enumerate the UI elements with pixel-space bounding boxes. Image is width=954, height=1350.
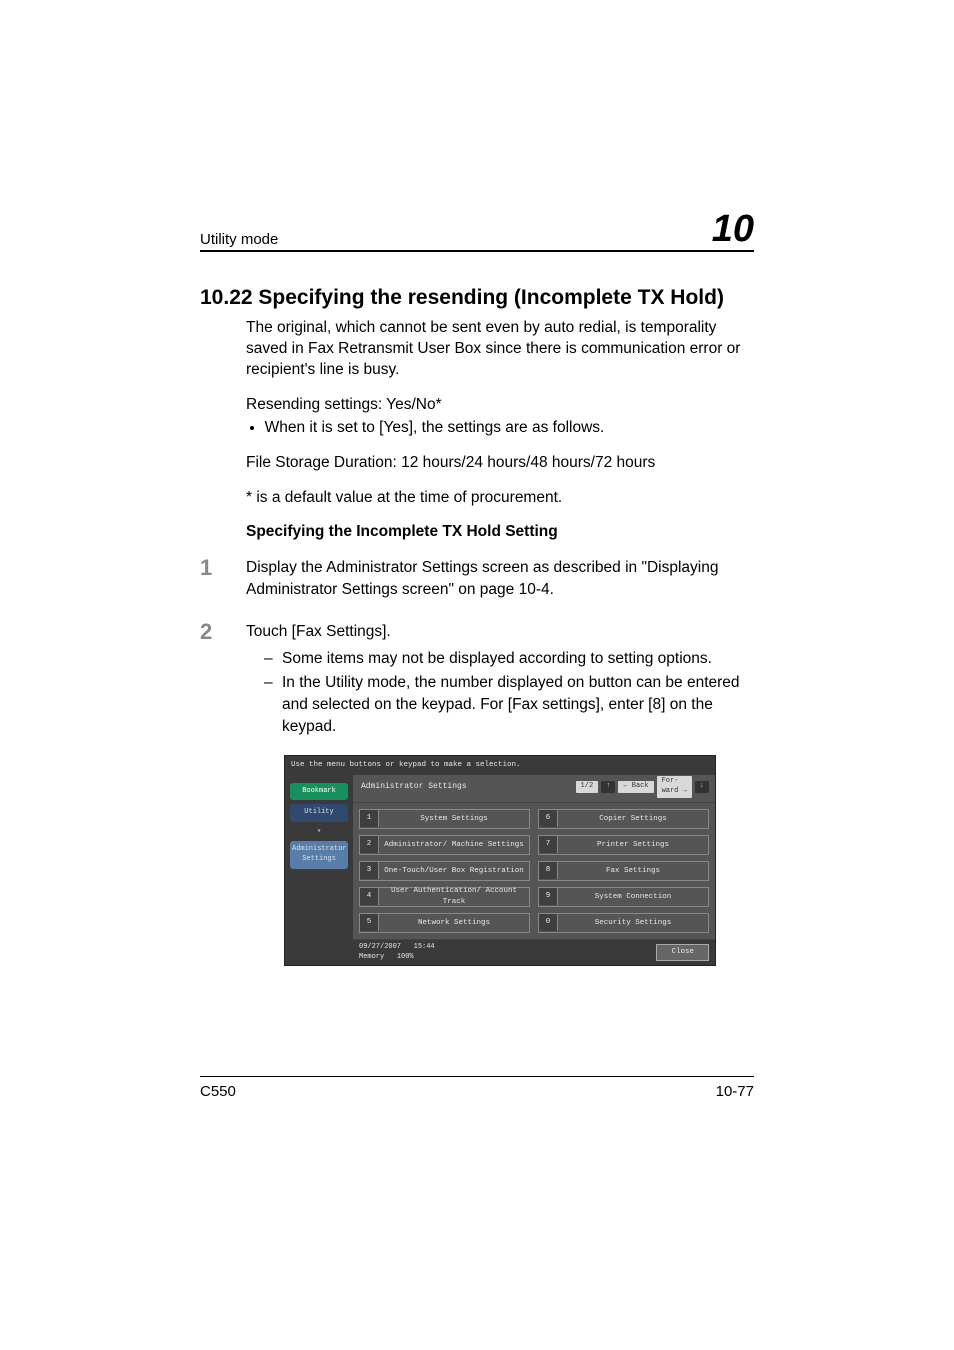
menu-onetouch-userbox[interactable]: 3One-Touch/User Box Registration [359, 861, 530, 881]
intro-paragraph: The original, which cannot be sent even … [246, 318, 754, 381]
administrator-settings-button[interactable]: Administrator Settings [290, 841, 348, 869]
dash-icon: – [264, 648, 282, 670]
breadcrumb-text: Administrator Settings [361, 782, 467, 791]
resending-line: Resending settings: Yes/No* [246, 395, 754, 416]
menu-printer-settings[interactable]: 7Printer Settings [538, 835, 709, 855]
menu-system-settings[interactable]: 1System Settings [359, 809, 530, 829]
panel-breadcrumb: Administrator Settings 1/2 ↑ ← Back For-… [353, 775, 715, 803]
header-section-name: Utility mode [200, 231, 278, 248]
running-header: Utility mode 10 [200, 210, 754, 252]
menu-fax-settings[interactable]: 8Fax Settings [538, 861, 709, 881]
step-number: 1 [200, 557, 246, 606]
dash-icon: – [264, 672, 282, 737]
header-chapter-number: 10 [712, 210, 754, 248]
arrow-down-icon[interactable]: ↓ [695, 781, 709, 793]
close-button[interactable]: Close [656, 944, 709, 961]
step-2: 2 Touch [Fax Settings]. – Some items may… [200, 621, 754, 967]
menu-network-settings[interactable]: 5Network Settings [359, 913, 530, 933]
default-note: * is a default value at the time of proc… [246, 488, 754, 509]
arrow-up-icon[interactable]: ↑ [601, 781, 615, 793]
forward-button[interactable]: For-ward → [657, 776, 692, 798]
menu-security-settings[interactable]: 0Security Settings [538, 913, 709, 933]
footer-model: C550 [200, 1083, 236, 1100]
section-title: 10.22 Specifying the resending (Incomple… [200, 286, 754, 310]
page: Utility mode 10 10.22 Specifying the res… [0, 0, 954, 1350]
page-indicator: 1/2 [576, 781, 599, 793]
panel-hint: Use the menu buttons or keypad to make a… [285, 756, 715, 775]
device-panel: Use the menu buttons or keypad to make a… [284, 755, 716, 966]
menu-copier-settings[interactable]: 6Copier Settings [538, 809, 709, 829]
status-left: 09/27/2007 15:44 Memory 100% [359, 943, 435, 963]
panel-statusbar: 09/27/2007 15:44 Memory 100% Close [353, 939, 715, 966]
section-body: The original, which cannot be sent even … [246, 318, 754, 543]
footer-page-number: 10-77 [716, 1083, 754, 1100]
back-button[interactable]: ← Back [618, 781, 653, 793]
step-number: 2 [200, 621, 246, 967]
panel-main: Administrator Settings 1/2 ↑ ← Back For-… [353, 775, 715, 966]
resending-note: When it is set to [Yes], the settings ar… [265, 418, 754, 439]
subheading: Specifying the Incomplete TX Hold Settin… [246, 522, 754, 543]
menu-system-connection[interactable]: 9System Connection [538, 887, 709, 907]
storage-line: File Storage Duration: 12 hours/24 hours… [246, 453, 754, 474]
menu-right-column: 6Copier Settings 7Printer Settings 8Fax … [538, 809, 709, 933]
step-1: 1 Display the Administrator Settings scr… [200, 557, 754, 606]
menu-admin-machine[interactable]: 2Administrator/ Machine Settings [359, 835, 530, 855]
pager: 1/2 ↑ ← Back For-ward → ↓ [576, 776, 709, 798]
step-1-text: Display the Administrator Settings scree… [246, 557, 754, 600]
menu-user-auth[interactable]: 4User Authentication/ Account Track [359, 887, 530, 907]
step-2-sub-2: In the Utility mode, the number displaye… [282, 672, 754, 737]
step-2-text: Touch [Fax Settings]. [246, 621, 754, 643]
utility-button[interactable]: Utility [290, 804, 348, 822]
page-footer: C550 10-77 [200, 1076, 754, 1100]
panel-sidebar: Bookmark Utility ▾ Administrator Setting… [285, 775, 353, 966]
menu-left-column: 1System Settings 2Administrator/ Machine… [359, 809, 530, 933]
bookmark-button[interactable]: Bookmark [290, 783, 348, 801]
chevron-down-icon: ▾ [287, 826, 351, 837]
step-2-sub-1: Some items may not be displayed accordin… [282, 648, 754, 670]
